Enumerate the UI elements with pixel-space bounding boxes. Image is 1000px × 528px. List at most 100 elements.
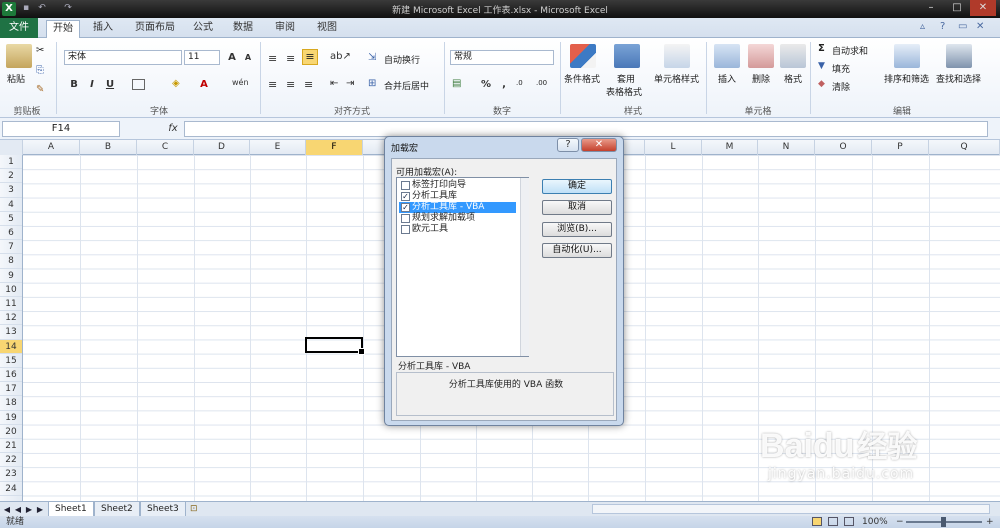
addin-checkbox[interactable] [401,214,410,223]
formula-input[interactable] [184,121,988,137]
number-format-select[interactable]: 常规 [450,50,554,65]
decrease-decimal-button[interactable]: .00 [536,79,547,87]
row-header-21[interactable]: 21 [0,439,22,454]
addin-item[interactable]: 标签打印向导 [399,180,516,191]
insert-function-button[interactable]: fx [164,121,182,137]
tab-view[interactable]: 视图 [312,20,342,38]
percent-button[interactable]: % [478,77,494,92]
column-header-o[interactable]: O [815,140,872,155]
dialog-help-button[interactable]: ? [557,138,579,152]
format-as-table-line2[interactable]: 表格格式 [606,85,642,98]
merge-center-button[interactable]: 合并后居中 [384,79,429,92]
addin-item[interactable]: 欧元工具 [399,224,516,235]
sort-filter-icon[interactable] [894,44,920,68]
row-header-20[interactable]: 20 [0,425,22,439]
comma-button[interactable]: , [496,77,512,92]
row-header-14[interactable]: 14 [0,339,22,354]
first-sheet-icon[interactable]: ◀ [2,504,12,515]
autosum-button[interactable]: 自动求和 [832,44,868,57]
row-header-22[interactable]: 22 [0,453,22,468]
format-as-table-line1[interactable]: 套用 [617,72,635,85]
column-header-m[interactable]: M [702,140,758,155]
last-sheet-icon[interactable]: ▶ [35,504,45,515]
select-all-corner[interactable] [0,140,23,155]
increase-decimal-button[interactable]: .0 [516,79,523,87]
decrease-indent-icon[interactable]: ⇤ [330,78,338,89]
cell-styles-icon[interactable] [664,44,690,68]
sort-filter-button[interactable]: 排序和筛选 [884,72,929,85]
zoom-level[interactable]: 100% [862,516,888,528]
automation-button[interactable]: 自动化(U)... [542,243,612,258]
name-box[interactable]: F14 [2,121,120,137]
row-header-18[interactable]: 18 [0,396,22,411]
format-painter-icon[interactable]: ✎ [36,84,44,95]
row-header-2[interactable]: 2 [0,169,22,184]
delete-cells-button[interactable]: 删除 [752,72,770,85]
insert-cells-button[interactable]: 插入 [718,72,736,85]
addin-checkbox[interactable]: ✓ [401,192,410,201]
row-header-11[interactable]: 11 [0,297,22,312]
column-header-a[interactable]: A [23,140,80,155]
fill-color-icon[interactable]: ◈ [172,78,180,89]
zoom-slider-thumb[interactable] [941,517,946,527]
row-header-5[interactable]: 5 [0,212,22,226]
row-header-3[interactable]: 3 [0,183,22,198]
sheet-tab-sheet2[interactable]: Sheet2 [94,502,140,517]
row-header-7[interactable]: 7 [0,240,22,255]
active-cell[interactable] [305,337,365,355]
close-window-button[interactable]: ✕ [970,0,996,16]
row-header-1[interactable]: 1 [0,155,22,170]
addin-item[interactable]: ✓ 分析工具库 [399,191,516,202]
merge-center-icon[interactable]: ⊞ [368,78,376,89]
underline-button[interactable]: U [102,77,118,92]
find-select-icon[interactable] [946,44,972,68]
minimize-ribbon-icon[interactable]: ▵ [920,21,925,32]
font-color-button[interactable]: A [196,77,212,92]
font-name-select[interactable]: 宋体 [64,50,182,65]
addin-checkbox[interactable] [401,225,410,234]
addin-item[interactable]: ✓ 分析工具库 - VBA [399,202,516,213]
align-top-icon[interactable]: ≡ [268,52,277,65]
minimize-button[interactable]: – [918,0,944,16]
horizontal-scrollbar[interactable] [592,504,990,514]
page-layout-view-icon[interactable] [828,517,838,526]
paste-icon[interactable] [6,44,32,68]
column-header-l[interactable]: L [645,140,702,155]
align-middle-icon[interactable]: ≡ [286,52,295,65]
find-select-button[interactable]: 查找和选择 [936,72,981,85]
close-workbook-icon[interactable]: ✕ [976,21,984,32]
cut-icon[interactable]: ✂ [36,45,44,56]
list-scrollbar[interactable] [520,178,529,356]
row-header-13[interactable]: 13 [0,325,22,340]
font-size-select[interactable]: 11 [184,50,220,65]
format-as-table-icon[interactable] [614,44,640,68]
row-header-19[interactable]: 19 [0,411,22,425]
column-header-e[interactable]: E [250,140,306,155]
cell-styles-button[interactable]: 单元格样式 [654,72,699,85]
row-header-17[interactable]: 17 [0,382,22,397]
paste-button[interactable]: 粘贴 [7,72,25,85]
column-header-n[interactable]: N [758,140,815,155]
conditional-format-icon[interactable] [570,44,596,68]
increase-indent-icon[interactable]: ⇥ [346,78,354,89]
help-icon[interactable]: ? [940,21,945,32]
next-sheet-icon[interactable]: ▶ [24,504,34,515]
zoom-in-button[interactable]: + [986,516,994,528]
tab-page-layout[interactable]: 页面布局 [130,20,180,38]
row-header-16[interactable]: 16 [0,368,22,383]
sheet-tab-sheet1[interactable]: Sheet1 [48,502,94,517]
format-cells-icon[interactable] [780,44,806,68]
page-break-view-icon[interactable] [844,517,854,526]
border-icon[interactable] [132,79,145,90]
tab-file[interactable]: 文件 [0,18,38,38]
grow-font-button[interactable]: A [224,50,240,65]
clear-icon[interactable]: ◆ [818,79,825,89]
align-left-icon[interactable]: ≡ [268,78,277,91]
addins-list[interactable]: 标签打印向导 ✓ 分析工具库 ✓ 分析工具库 - VBA 规划求解加载项 欧元工具 [396,177,529,357]
tab-insert[interactable]: 插入 [88,20,118,38]
column-header-q[interactable]: Q [929,140,1000,155]
clear-button[interactable]: 清除 [832,80,850,93]
addin-checkbox[interactable] [401,181,410,190]
align-bottom-icon[interactable]: ≡ [302,49,318,65]
row-header-8[interactable]: 8 [0,254,22,269]
